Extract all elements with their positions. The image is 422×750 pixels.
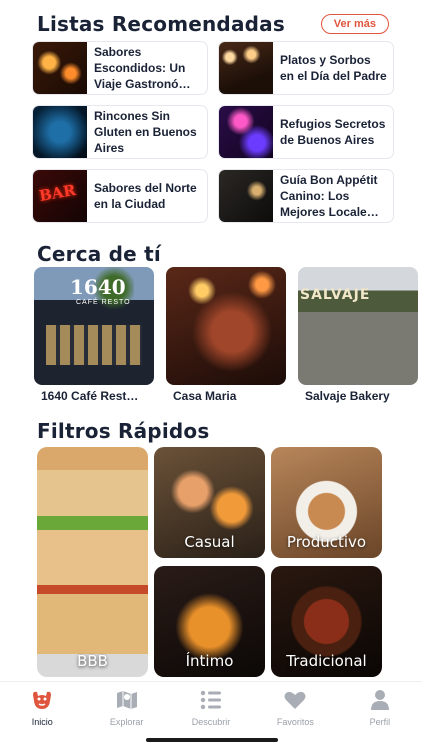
tab-label: Explorar: [109, 717, 144, 727]
filter-label: Casual: [184, 533, 235, 551]
neon-sign-text: BAR: [37, 180, 78, 206]
nearby-place-card[interactable]: 1640 CAFÉ RESTO 1640 Café Rest…: [34, 267, 154, 403]
tab-label: Descubrir: [191, 717, 231, 727]
nearby-place-card[interactable]: Casa Maria: [166, 267, 286, 403]
list-card-title: Platos y Sorbos en el Día del Padre: [280, 53, 387, 83]
list-thumbnail: [219, 106, 273, 158]
list-thumbnail: BAR: [33, 170, 87, 222]
place-name: Salvaje Bakery: [305, 389, 390, 403]
listas-header: Listas Recomendadas Ver más: [37, 10, 389, 38]
recommended-lists: Sabores Escondidos: Un Viaje Gastronó… P…: [32, 41, 394, 223]
filter-label: BBB: [77, 652, 108, 670]
home-indicator: [146, 738, 278, 742]
tab-inicio[interactable]: Inicio: [0, 682, 84, 731]
list-card[interactable]: BAR Sabores del Norte en la Ciudad: [32, 169, 208, 223]
nearby-place-card[interactable]: SALVAJE Salvaje Bakery: [298, 267, 418, 403]
tab-favoritos[interactable]: Favoritos: [253, 682, 337, 731]
section-title-filtros: Filtros Rápidos: [37, 419, 210, 443]
place-name: 1640 Café Rest…: [41, 389, 139, 403]
list-card-title: Sabores Escondidos: Un Viaje Gastronó…: [94, 45, 191, 91]
ver-mas-button[interactable]: Ver más: [320, 14, 389, 34]
list-card[interactable]: Sabores Escondidos: Un Viaje Gastronó…: [32, 41, 208, 95]
list-card[interactable]: Guía Bon Appétit Canino: Los Mejores Loc…: [218, 169, 394, 223]
list-card-title: Rincones Sin Gluten en Buenos Aires: [94, 109, 197, 155]
place-photo: SALVAJE: [298, 267, 418, 385]
filter-bbb[interactable]: BBB: [37, 447, 148, 677]
tab-label: Favoritos: [276, 717, 314, 727]
list-thumbnail: [219, 42, 273, 94]
place-photo: 1640 CAFÉ RESTO: [34, 267, 154, 385]
place-photo: [166, 267, 286, 385]
filter-label: Íntimo: [185, 652, 234, 670]
list-icon: [198, 687, 224, 713]
place-sign-subtext: CAFÉ RESTO: [76, 299, 131, 306]
list-thumbnail: [33, 42, 87, 94]
filter-intimo[interactable]: Íntimo: [154, 566, 265, 677]
place-sign-text: 1640: [70, 275, 126, 299]
list-card[interactable]: Rincones Sin Gluten en Buenos Aires: [32, 105, 208, 159]
heart-icon: [282, 687, 308, 713]
tab-perfil[interactable]: Perfil: [338, 682, 422, 731]
section-title-listas: Listas Recomendadas: [37, 12, 285, 36]
map-icon: [114, 687, 140, 713]
bottom-tab-bar: Inicio Explorar Descubrir Favoritos Perf…: [0, 681, 422, 731]
tab-label: Inicio: [31, 717, 53, 727]
list-card-title: Sabores del Norte en la Ciudad: [94, 181, 197, 211]
person-icon: [367, 687, 393, 713]
place-name: Casa Maria: [173, 389, 237, 403]
list-card[interactable]: Refugios Secretos de Buenos Aires: [218, 105, 394, 159]
tab-descubrir[interactable]: Descubrir: [169, 682, 253, 731]
list-thumbnail: [33, 106, 87, 158]
filter-productivo[interactable]: Productivo: [271, 447, 382, 558]
nearby-carousel[interactable]: 1640 CAFÉ RESTO 1640 Café Rest… Casa Mar…: [34, 267, 422, 407]
filter-tradicional[interactable]: Tradicional: [271, 566, 382, 677]
list-card-title: Refugios Secretos de Buenos Aires: [280, 117, 386, 147]
tab-explorar[interactable]: Explorar: [84, 682, 168, 731]
place-sign-text: SALVAJE: [300, 287, 371, 303]
section-title-cerca: Cerca de tí: [37, 242, 161, 266]
home-logo-icon: [29, 687, 55, 713]
list-thumbnail: [219, 170, 273, 222]
list-card[interactable]: Platos y Sorbos en el Día del Padre: [218, 41, 394, 95]
filter-label: Tradicional: [286, 652, 367, 670]
list-card-title: Guía Bon Appétit Canino: Los Mejores Loc…: [280, 173, 379, 219]
tab-label: Perfil: [369, 717, 391, 727]
filter-casual[interactable]: Casual: [154, 447, 265, 558]
filter-label: Productivo: [286, 533, 367, 551]
